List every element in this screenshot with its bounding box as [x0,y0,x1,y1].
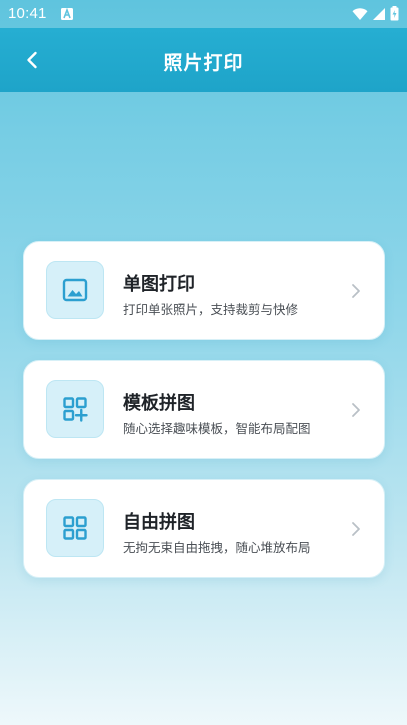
card-icon-box [46,499,104,557]
image-icon [62,278,88,302]
free-collage-card[interactable]: 自由拼图 无拘无束自由拖拽，随心堆放布局 [23,479,385,578]
card-description: 打印单张照片，支持裁剪与快修 [123,302,299,317]
grid-icon [63,516,87,540]
app-bar: 照片打印 [0,28,407,92]
chevron-right-icon [352,284,360,298]
signal-icon [373,7,385,20]
card-icon-box [46,380,104,438]
chevron-right-icon [352,522,360,536]
template-collage-card[interactable]: 模板拼图 随心选择趣味模板，智能布局配图 [23,360,385,459]
card-description: 随心选择趣味模板，智能布局配图 [123,421,311,436]
status-bar: 10:41 [0,0,407,28]
wifi-icon [352,7,368,20]
card-title: 单图打印 [123,274,195,295]
option-card-list: 单图打印 打印单张照片，支持裁剪与快修 模板拼图 随心选择趣味模板，智能布局配图 [23,241,385,578]
grid-add-icon [63,397,88,422]
card-title: 模板拼图 [123,393,195,414]
status-time: 10:41 [8,5,47,22]
single-print-card[interactable]: 单图打印 打印单张照片，支持裁剪与快修 [23,241,385,340]
card-description: 无拘无束自由拖拽，随心堆放布局 [123,540,311,555]
a-letter-icon [61,8,73,20]
card-icon-box [46,261,104,319]
page-title: 照片打印 [163,52,244,74]
chevron-right-icon [352,403,360,417]
battery-charging-icon [390,6,399,21]
status-icons [352,6,399,21]
card-title: 自由拼图 [123,512,195,533]
